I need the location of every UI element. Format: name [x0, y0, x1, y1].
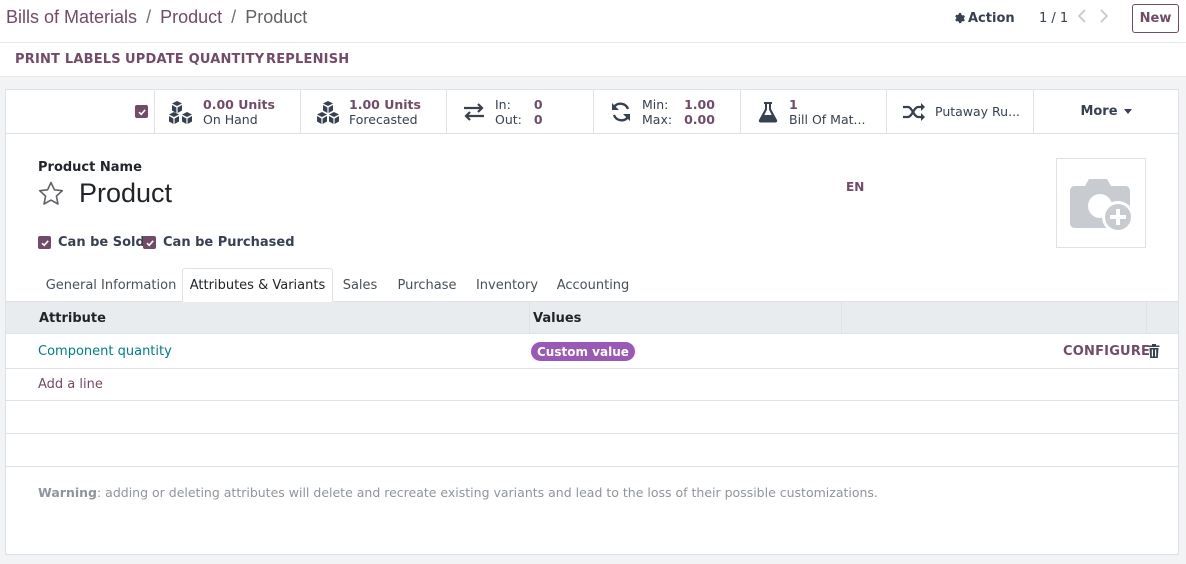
cubes-icon	[313, 97, 343, 127]
notebook-tabs: General Information Attributes & Variant…	[6, 268, 1178, 303]
action-label: Action	[968, 11, 1015, 26]
can-be-sold-option[interactable]: Can be Sold	[38, 235, 145, 250]
min-value: 1.00	[684, 96, 715, 112]
breadcrumb: Bills of Materials / Product / Product	[6, 7, 307, 28]
attribute-link[interactable]: Component quantity	[38, 344, 172, 359]
chevron-left-icon[interactable]	[1077, 9, 1087, 23]
more-label: More	[1080, 104, 1118, 119]
exchange-icon	[459, 97, 489, 127]
tab-sales[interactable]: Sales	[333, 268, 387, 302]
in-out-button[interactable]: In: 0 Out: 0	[446, 90, 593, 133]
max-value: 0.00	[684, 111, 715, 127]
min-label: Min:	[642, 96, 669, 112]
breadcrumb-separator: /	[146, 7, 152, 27]
breadcrumb-current: Product	[245, 7, 308, 27]
action-button[interactable]: Action	[954, 11, 1015, 26]
form-sheet: 0.00 Units On Hand 1.00 Units Forecasted…	[5, 89, 1179, 555]
checkbox-icon[interactable]	[38, 236, 51, 249]
putaway-label: Putaway Ru...	[935, 104, 1021, 119]
pager-value[interactable]: 1 / 1	[1039, 11, 1068, 26]
column-values[interactable]: Values	[533, 302, 581, 334]
max-label: Max:	[642, 111, 673, 127]
in-value: 0	[533, 96, 543, 112]
forecasted-value: 1.00 Units	[349, 96, 421, 112]
tab-purchase[interactable]: Purchase	[387, 268, 467, 302]
smart-button-box: 0.00 Units On Hand 1.00 Units Forecasted…	[6, 90, 1178, 134]
new-button[interactable]: New	[1132, 4, 1179, 33]
chevron-right-icon[interactable]	[1099, 9, 1109, 23]
tab-inventory[interactable]: Inventory	[467, 268, 547, 302]
bom-label: Bill Of Mat...	[789, 111, 866, 127]
can-be-sold-label: Can be Sold	[58, 235, 145, 250]
breadcrumb-product[interactable]: Product	[160, 7, 222, 27]
can-be-purchased-option[interactable]: Can be Purchased	[143, 235, 295, 250]
control-panel: Bills of Materials / Product / Product A…	[0, 0, 1186, 42]
more-button[interactable]: More	[1033, 90, 1178, 133]
column-attribute[interactable]: Attribute	[39, 302, 106, 334]
bom-count: 1	[789, 96, 798, 112]
forecasted-button[interactable]: 1.00 Units Forecasted	[300, 90, 446, 133]
add-line-link[interactable]: Add a line	[38, 377, 103, 392]
breadcrumb-bom[interactable]: Bills of Materials	[6, 7, 137, 27]
configure-button[interactable]: CONFIGURE	[1063, 344, 1150, 359]
add-line-row: Add a line	[6, 369, 1178, 401]
language-toggle[interactable]: EN	[846, 180, 864, 194]
on-hand-button[interactable]: 0.00 Units On Hand	[154, 90, 300, 133]
attributes-warning: Warning: adding or deleting attributes w…	[38, 485, 878, 500]
on-hand-value: 0.00 Units	[203, 96, 275, 112]
min-max-button[interactable]: Min: 1.00 Max: 0.00	[593, 90, 740, 133]
checkbox-icon[interactable]	[135, 105, 148, 118]
header-button-bar: PRINT LABELS UPDATE QUANTITY REPLENISH	[0, 42, 1186, 77]
tab-attributes-variants[interactable]: Attributes & Variants	[182, 268, 333, 303]
tab-general-information[interactable]: General Information	[38, 268, 184, 302]
on-hand-label: On Hand	[203, 111, 258, 127]
putaway-rules-button[interactable]: Putaway Ru...	[886, 90, 1033, 133]
breadcrumb-separator: /	[231, 7, 237, 27]
cubes-icon	[167, 97, 197, 127]
product-image-upload[interactable]	[1056, 158, 1146, 248]
warning-text: : adding or deleting attributes will del…	[96, 485, 878, 500]
warning-label: Warning	[38, 485, 97, 500]
bill-of-materials-button[interactable]: 1 Bill Of Mat...	[740, 90, 886, 133]
can-be-purchased-label: Can be Purchased	[163, 235, 295, 250]
value-tag[interactable]: Custom value	[531, 342, 635, 361]
tab-accounting[interactable]: Accounting	[547, 268, 639, 302]
forecasted-label: Forecasted	[349, 111, 418, 127]
column-divider	[529, 302, 530, 334]
gear-icon	[955, 13, 965, 24]
table-header: Attribute Values	[6, 302, 1178, 334]
in-label: In:	[495, 96, 511, 112]
out-label: Out:	[495, 111, 522, 127]
table-row[interactable]: Component quantity Custom value CONFIGUR…	[6, 335, 1178, 369]
random-icon	[899, 97, 929, 127]
replenish-button[interactable]: REPLENISH	[266, 52, 349, 67]
column-divider	[1146, 302, 1147, 334]
star-icon[interactable]	[37, 180, 65, 208]
flask-icon	[753, 97, 783, 127]
active-toggle-cell	[6, 90, 154, 133]
empty-row	[6, 434, 1178, 467]
product-name-field[interactable]: Product	[79, 178, 172, 209]
update-quantity-button[interactable]: UPDATE QUANTITY	[125, 52, 264, 67]
print-labels-button[interactable]: PRINT LABELS	[15, 52, 121, 67]
empty-row	[6, 401, 1178, 434]
product-name-label: Product Name	[38, 160, 142, 175]
checkbox-icon[interactable]	[143, 236, 156, 249]
trash-icon[interactable]	[1148, 344, 1160, 358]
refresh-icon	[606, 97, 636, 127]
camera-add-icon	[1070, 179, 1134, 233]
caret-down-icon	[1123, 109, 1132, 114]
column-divider	[841, 302, 842, 334]
out-value: 0	[533, 111, 543, 127]
